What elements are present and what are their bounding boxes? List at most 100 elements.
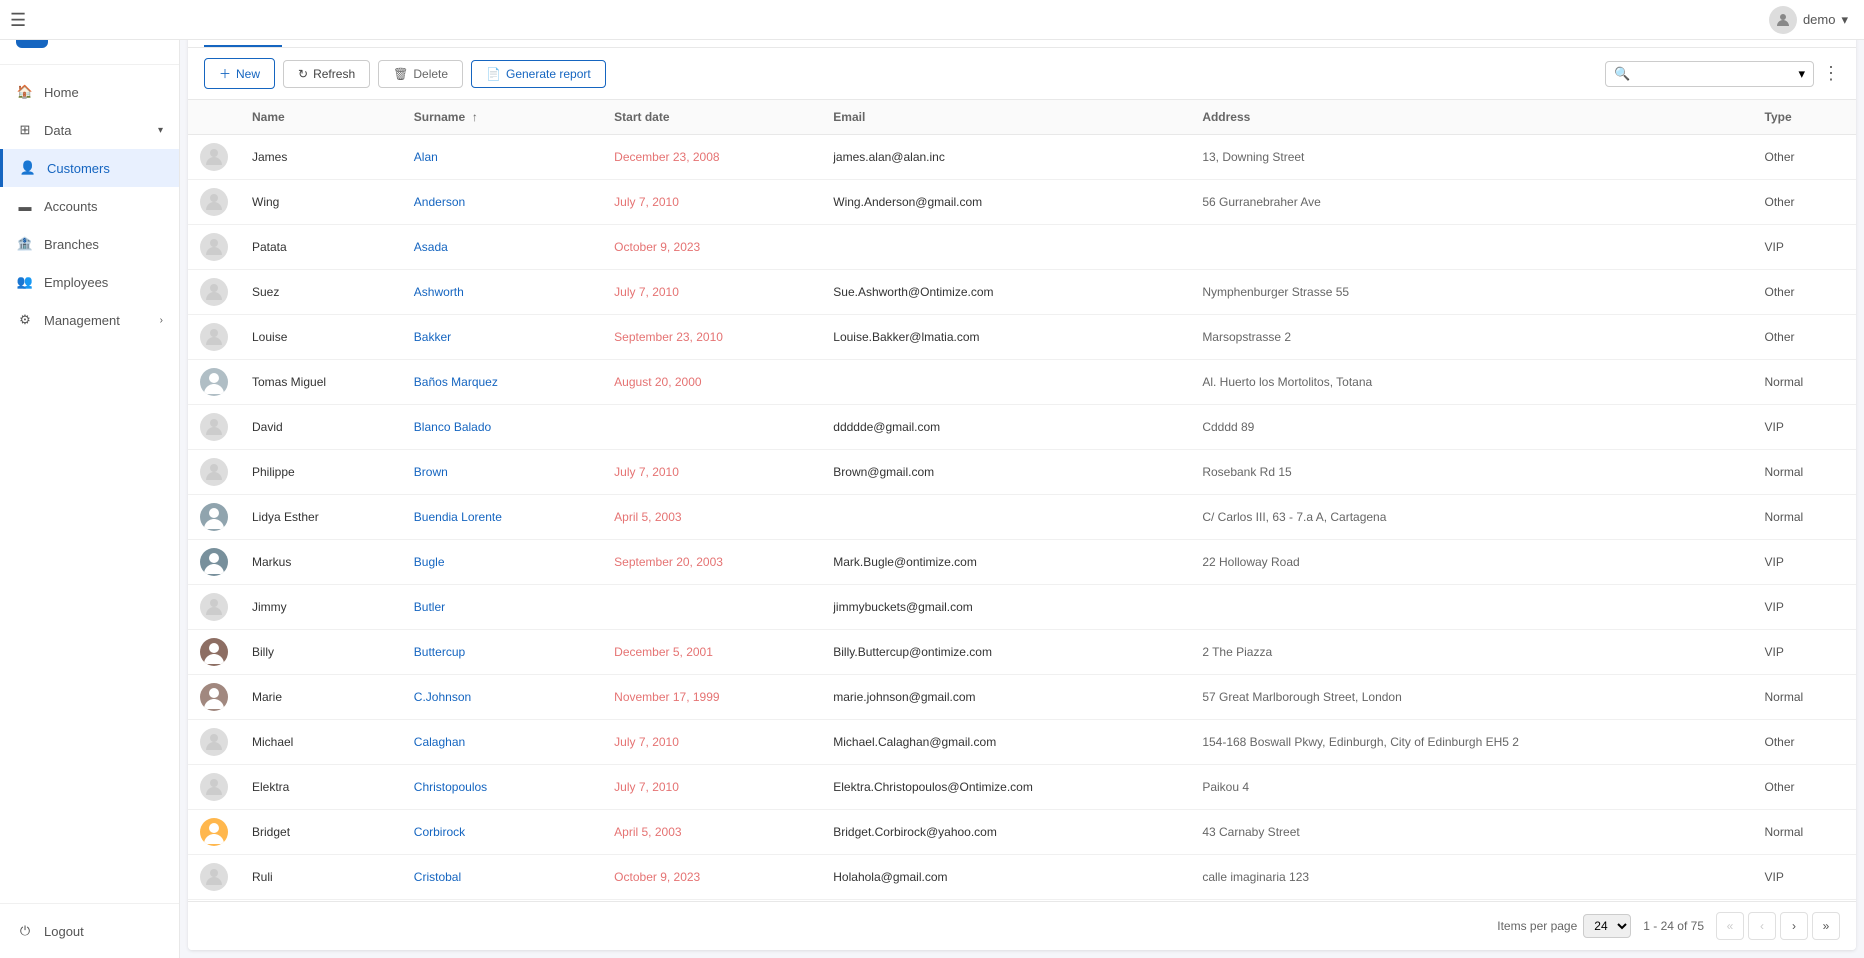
address-cell: 22 Holloway Road xyxy=(1190,540,1752,585)
table-row[interactable]: MarkusBugleSeptember 20, 2003Mark.Bugle@… xyxy=(188,540,1856,585)
surname-cell[interactable]: Christopoulos xyxy=(402,765,602,810)
surname-cell[interactable]: Ashworth xyxy=(402,270,602,315)
type-cell: Other xyxy=(1753,180,1856,225)
surname-cell[interactable]: Blanco Balado xyxy=(402,405,602,450)
menu-toggle[interactable]: ☰ xyxy=(10,10,26,31)
more-options-icon[interactable]: ⋮ xyxy=(1822,63,1840,84)
col-email[interactable]: Email xyxy=(821,100,1190,135)
col-name[interactable]: Name xyxy=(240,100,402,135)
col-type[interactable]: Type xyxy=(1753,100,1856,135)
avatar-cell xyxy=(188,675,240,720)
items-per-page-label: Items per page xyxy=(1497,919,1577,933)
table-row[interactable]: Lidya EstherBuendia LorenteApril 5, 2003… xyxy=(188,495,1856,540)
email-cell xyxy=(821,495,1190,540)
sidebar-item-label-management: Management xyxy=(44,313,120,328)
table-row[interactable]: MarieC.JohnsonNovember 17, 1999marie.joh… xyxy=(188,675,1856,720)
user-avatar xyxy=(1769,6,1797,34)
table-row[interactable]: BridgetCorbirockApril 5, 2003Bridget.Cor… xyxy=(188,810,1856,855)
surname-cell[interactable]: Baños Marquez xyxy=(402,360,602,405)
name-cell: Tomas Miguel xyxy=(240,360,402,405)
avatar xyxy=(200,278,228,306)
items-per-page-select[interactable]: 24 12 50 xyxy=(1583,914,1631,938)
sidebar-item-home[interactable]: 🏠 Home xyxy=(0,73,179,111)
sidebar-item-employees[interactable]: 👥 Employees xyxy=(0,263,179,301)
refresh-button[interactable]: ↻ Refresh xyxy=(283,60,370,88)
surname-cell[interactable]: Brown xyxy=(402,450,602,495)
email-cell: jimmybuckets@gmail.com xyxy=(821,585,1190,630)
address-cell: Cdddd 89 xyxy=(1190,405,1752,450)
avatar-cell xyxy=(188,810,240,855)
col-surname[interactable]: Surname ↑ xyxy=(402,100,602,135)
refresh-icon: ↻ xyxy=(298,67,308,81)
avatar-cell xyxy=(188,540,240,585)
sidebar-item-data[interactable]: ⊞ Data ▾ xyxy=(0,111,179,149)
surname-cell[interactable]: Bakker xyxy=(402,315,602,360)
email-cell: james.alan@alan.inc xyxy=(821,135,1190,180)
last-page-button[interactable]: » xyxy=(1812,912,1840,940)
name-cell: Louise xyxy=(240,315,402,360)
table-row[interactable]: SuezAshworthJuly 7, 2010Sue.Ashworth@Ont… xyxy=(188,270,1856,315)
name-cell: Jimmy xyxy=(240,585,402,630)
table-row[interactable]: MichaelCalaghanJuly 7, 2010Michael.Calag… xyxy=(188,720,1856,765)
surname-cell[interactable]: Alan xyxy=(402,135,602,180)
address-cell: calle imaginaria 123 xyxy=(1190,855,1752,900)
sidebar-item-logout[interactable]: ⏻ Logout xyxy=(0,912,179,950)
sidebar-item-accounts[interactable]: ▬ Accounts xyxy=(0,187,179,225)
surname-cell[interactable]: C.Johnson xyxy=(402,675,602,720)
start-date-cell: December 5, 2001 xyxy=(602,630,821,675)
table-row[interactable]: JimmyButlerjimmybuckets@gmail.comVIP xyxy=(188,585,1856,630)
avatar-cell xyxy=(188,720,240,765)
surname-cell[interactable]: Butler xyxy=(402,585,602,630)
surname-cell[interactable]: Cristobal xyxy=(402,855,602,900)
prev-page-button[interactable]: ‹ xyxy=(1748,912,1776,940)
sidebar-item-branches[interactable]: 🏦 Branches xyxy=(0,225,179,263)
table-row[interactable]: PhilippeBrownJuly 7, 2010Brown@gmail.com… xyxy=(188,450,1856,495)
surname-cell[interactable]: Calaghan xyxy=(402,720,602,765)
new-button[interactable]: ＋ New xyxy=(204,58,275,89)
avatar xyxy=(200,413,228,441)
email-cell: Billy.Buttercup@ontimize.com xyxy=(821,630,1190,675)
generate-report-button[interactable]: 📄 Generate report xyxy=(471,60,606,88)
email-cell: marie.johnson@gmail.com xyxy=(821,675,1190,720)
table-row[interactable]: WingAndersonJuly 7, 2010Wing.Anderson@gm… xyxy=(188,180,1856,225)
table-row[interactable]: RuliCristobalOctober 9, 2023Holahola@gma… xyxy=(188,855,1856,900)
surname-cell[interactable]: Anderson xyxy=(402,180,602,225)
table-row[interactable]: Tomas MiguelBaños MarquezAugust 20, 2000… xyxy=(188,360,1856,405)
table-row[interactable]: JamesAlanDecember 23, 2008james.alan@ala… xyxy=(188,135,1856,180)
address-cell: Rosebank Rd 15 xyxy=(1190,450,1752,495)
name-cell: Billy xyxy=(240,630,402,675)
next-page-button[interactable]: › xyxy=(1780,912,1808,940)
items-per-page: Items per page 24 12 50 xyxy=(1497,914,1631,938)
type-cell: Normal xyxy=(1753,495,1856,540)
table-row[interactable]: ElektraChristopoulosJuly 7, 2010Elektra.… xyxy=(188,765,1856,810)
surname-cell[interactable]: Corbirock xyxy=(402,810,602,855)
table-row[interactable]: PatataAsadaOctober 9, 2023VIP xyxy=(188,225,1856,270)
sidebar-item-customers[interactable]: 👤 Customers xyxy=(0,149,179,187)
surname-cell[interactable]: Buendia Lorente xyxy=(402,495,602,540)
address-cell: 13, Downing Street xyxy=(1190,135,1752,180)
address-cell: 43 Carnaby Street xyxy=(1190,810,1752,855)
name-cell: James xyxy=(240,135,402,180)
surname-cell[interactable]: Buttercup xyxy=(402,630,602,675)
search-input[interactable] xyxy=(1634,67,1794,81)
top-bar: demo ▾ xyxy=(180,0,1864,40)
name-cell: David xyxy=(240,405,402,450)
col-address[interactable]: Address xyxy=(1190,100,1752,135)
table-row[interactable]: DavidBlanco Baladoddddde@gmail.comCdddd … xyxy=(188,405,1856,450)
surname-cell[interactable]: Asada xyxy=(402,225,602,270)
search-box[interactable]: 🔍 ▾ xyxy=(1605,61,1814,87)
col-start-date[interactable]: Start date xyxy=(602,100,821,135)
first-page-button[interactable]: « xyxy=(1716,912,1744,940)
delete-button[interactable]: 🗑 Delete xyxy=(378,60,463,88)
table-row[interactable]: BillyButtercupDecember 5, 2001Billy.Butt… xyxy=(188,630,1856,675)
sidebar-item-management[interactable]: ⚙ Management › xyxy=(0,301,179,339)
avatar xyxy=(200,863,228,891)
surname-cell[interactable]: Bugle xyxy=(402,540,602,585)
avatar xyxy=(200,143,228,171)
avatar-cell xyxy=(188,450,240,495)
avatar xyxy=(200,188,228,216)
table-row[interactable]: LouiseBakkerSeptember 23, 2010Louise.Bak… xyxy=(188,315,1856,360)
user-menu[interactable]: demo ▾ xyxy=(1769,6,1848,34)
new-label: New xyxy=(236,67,260,81)
user-chevron-icon: ▾ xyxy=(1841,12,1848,28)
